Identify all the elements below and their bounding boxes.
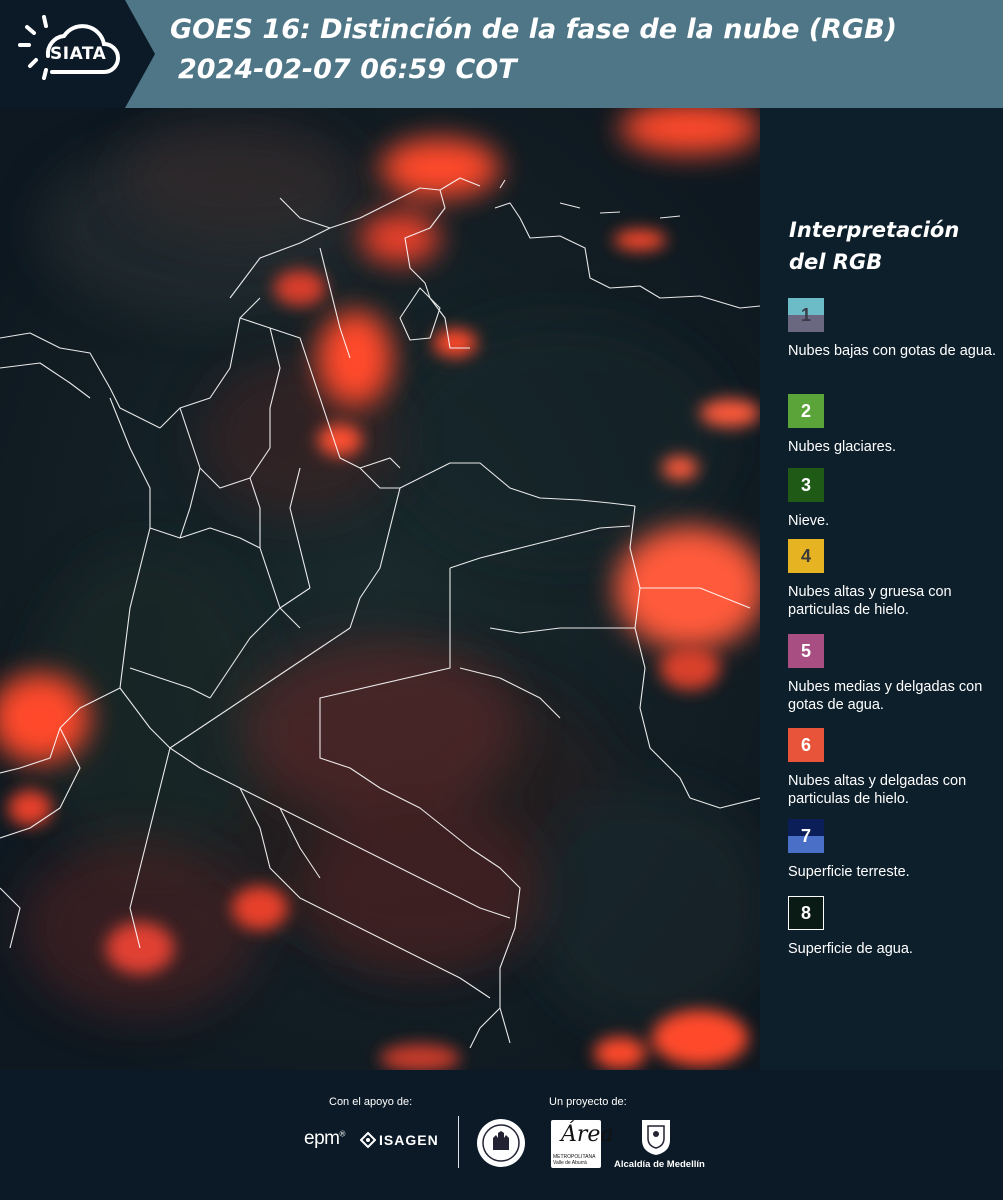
legend-label-2: Nubes glaciares.	[788, 439, 896, 455]
footer-divider	[458, 1116, 459, 1168]
legend-number-4: 4	[800, 545, 811, 566]
legend-swatch-3: 3	[788, 468, 824, 502]
legend-label-4: Nubes altas y gruesa con particulas de h…	[788, 584, 952, 618]
satellite-map-image	[0, 108, 760, 1070]
siata-logo: SIATA	[0, 0, 160, 108]
legend-swatch-1: 1	[788, 298, 824, 332]
legend-panel: Interpretación del RGB 1 Nubes bajas con…	[760, 108, 1003, 1070]
legend-swatch-6: 6	[788, 728, 824, 762]
siata-logo-text: SIATA	[50, 44, 107, 64]
isagen-logo: ISAGEN	[359, 1131, 439, 1149]
footer: Con el apoyo de: Un proyecto de: epm® IS…	[0, 1070, 1003, 1200]
legend-item-1: 1 Nubes bajas con gotas de agua.	[788, 298, 1003, 360]
project-label: Un proyecto de:	[549, 1096, 627, 1108]
area-logo-subtitle-2: Valle de Aburrá	[553, 1160, 587, 1166]
legend-label-7: Superficie terreste.	[788, 864, 910, 880]
legend-item-5: 5 Nubes medias y delgadas con gotas de a…	[788, 634, 1003, 714]
legend-item-7: 7 Superficie terreste.	[788, 819, 1003, 881]
area-metropolitana-logo: Área METROPOLITANA Valle de Aburrá	[551, 1120, 614, 1168]
satellite-map	[0, 108, 760, 1070]
epm-registered-mark: ®	[339, 1129, 345, 1139]
legend-number-8: 8	[800, 902, 811, 923]
legend-number-3: 3	[800, 474, 811, 495]
support-label: Con el apoyo de:	[329, 1096, 413, 1108]
header-banner: SIATA GOES 16: Distinción de la fase de …	[0, 0, 1003, 108]
legend-label-1: Nubes bajas con gotas de agua.	[788, 343, 996, 359]
legend-label-8: Superficie de agua.	[788, 941, 913, 957]
legend-label-6: Nubes altas y delgadas con particulas de…	[788, 773, 967, 807]
legend-swatch-8: 8	[788, 896, 824, 930]
legend-item-4: 4 Nubes altas y gruesa con particulas de…	[788, 539, 1003, 619]
legend-number-7: 7	[800, 825, 811, 846]
alcaldia-label: Alcaldía de Medellín	[614, 1159, 705, 1170]
legend-label-3: Nieve.	[788, 513, 830, 529]
legend-number-5: 5	[800, 640, 811, 661]
isagen-logo-text: ISAGEN	[379, 1132, 439, 1148]
epm-logo-text: epm	[304, 1128, 340, 1149]
legend-swatch-5: 5	[788, 634, 824, 668]
legend-number-2: 2	[800, 400, 811, 421]
legend-title: Interpretación del RGB	[789, 218, 960, 274]
legend-swatch-7: 7	[788, 819, 824, 853]
area-logo-subtitle: METROPOLITANA Valle de Aburrá	[553, 1154, 595, 1166]
legend-item-2: 2 Nubes glaciares.	[788, 394, 1003, 456]
alcaldia-shield-icon	[642, 1120, 670, 1155]
page-title: GOES 16: Distinción de la fase de la nub…	[170, 14, 897, 45]
legend-item-3: 3 Nieve.	[788, 468, 1003, 530]
legend-label-5: Nubes medias y delgadas con gotas de agu…	[788, 679, 983, 713]
legend-number-6: 6	[800, 734, 811, 755]
government-seal-icon	[477, 1119, 525, 1167]
legend-swatch-2: 2	[788, 394, 824, 428]
legend-number-1: 1	[800, 304, 811, 325]
legend-item-6: 6 Nubes altas y delgadas con particulas …	[788, 728, 1003, 808]
legend-item-8: 8 Superficie de agua.	[788, 896, 1003, 958]
epm-logo: epm®	[304, 1128, 345, 1150]
area-logo-letter: Área	[561, 1122, 614, 1147]
legend-swatch-4: 4	[788, 539, 824, 573]
isagen-mark-icon	[359, 1131, 377, 1149]
page-timestamp: 2024-02-07 06:59 COT	[178, 54, 517, 85]
